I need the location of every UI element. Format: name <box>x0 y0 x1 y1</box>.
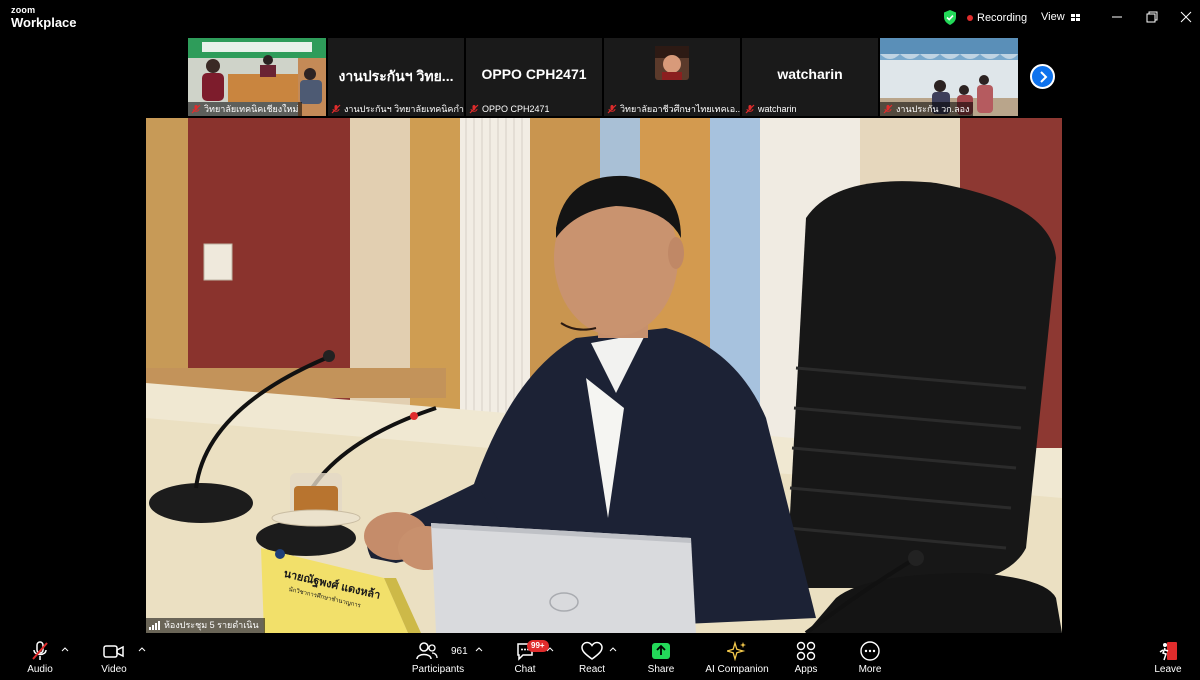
leave-button[interactable]: Leave <box>1150 634 1186 680</box>
mic-muted-icon <box>745 104 755 114</box>
participant-name: watcharin <box>742 102 801 116</box>
recording-dot-icon <box>967 14 973 21</box>
video-options-chevron-icon[interactable] <box>138 646 146 652</box>
mic-muted-icon <box>883 104 893 114</box>
share-button[interactable]: Share <box>643 634 679 680</box>
close-icon[interactable] <box>1177 8 1195 26</box>
react-button[interactable]: React <box>574 634 610 680</box>
video-camera-icon <box>103 645 124 658</box>
ai-companion-button[interactable]: AI Companion <box>702 634 772 680</box>
participant-tile[interactable]: งานประกัน วก.ลอง <box>880 38 1018 116</box>
restore-icon[interactable] <box>1143 8 1161 26</box>
participant-tile[interactable]: วิทยาลัยเทคนิคเชียงใหม่ <box>188 38 326 116</box>
participant-tile[interactable]: watcharin watcharin <box>742 38 878 116</box>
next-page-button[interactable] <box>1030 64 1055 89</box>
zoom-logo: zoom Workplace <box>11 5 77 30</box>
participants-count: 961 <box>451 646 468 657</box>
title-bar: zoom Workplace Recording View <box>0 0 1200 36</box>
audio-options-chevron-icon[interactable] <box>61 646 69 652</box>
room-label: ห้องประชุม 5 รายดำเนิน <box>146 618 265 633</box>
security-shield-icon[interactable] <box>943 10 957 25</box>
apps-grid-icon <box>796 641 816 661</box>
apps-button[interactable]: Apps <box>788 634 824 680</box>
minimize-icon[interactable] <box>1108 8 1126 26</box>
apps-label: Apps <box>794 664 818 675</box>
recording-indicator[interactable]: Recording <box>943 10 1027 25</box>
share-screen-icon <box>652 643 670 659</box>
view-label: View <box>1041 11 1065 23</box>
share-label: Share <box>647 664 675 675</box>
participant-name: วิทยาลัยอาชีวศึกษาไทยเทคเอ... <box>604 102 740 116</box>
leave-label: Leave <box>1154 664 1182 675</box>
more-label: More <box>858 664 882 675</box>
participants-options-chevron-icon[interactable] <box>475 646 483 652</box>
participant-name: งานประกันฯ วิทยาลัยเทคนิคกำ... <box>328 102 464 116</box>
audio-label: Audio <box>27 664 53 675</box>
view-button[interactable]: View <box>1041 11 1080 23</box>
meeting-toolbar: Audio Video Participants 961 Chat React <box>0 634 1200 680</box>
main-video[interactable]: นายณัฐพงศ์ แดงหล้า นักวิชาการศึกษาชำนาญก… <box>146 118 1062 633</box>
participant-display-name: watcharin <box>777 66 843 82</box>
participant-tile[interactable]: งานประกันฯ วิทย... งานประกันฯ วิทยาลัยเท… <box>328 38 464 116</box>
grid-view-icon <box>1070 13 1080 21</box>
chevron-right-icon <box>1039 70 1047 83</box>
participant-display-name: งานประกันฯ วิทย... <box>338 68 454 84</box>
more-button[interactable]: More <box>852 634 888 680</box>
chat-unread-badge: 99+ <box>527 640 549 652</box>
brand-big: Workplace <box>11 15 77 30</box>
video-label: Video <box>101 664 127 675</box>
more-dots-icon <box>860 641 880 661</box>
react-options-chevron-icon[interactable] <box>609 646 617 652</box>
audio-button[interactable]: Audio <box>22 634 58 680</box>
mic-muted-icon <box>32 641 48 660</box>
participant-display-name: OPPO CPH2471 <box>481 66 587 82</box>
participant-name: วิทยาลัยเทคนิคเชียงใหม่ <box>188 102 303 116</box>
mic-muted-icon <box>607 104 617 114</box>
react-label: React <box>578 664 606 675</box>
mic-muted-icon <box>331 104 341 114</box>
mic-muted-icon <box>191 104 201 114</box>
participant-name: OPPO CPH2471 <box>466 102 554 116</box>
ai-sparkle-icon <box>727 641 746 661</box>
signal-bars-icon <box>149 621 160 630</box>
chat-label: Chat <box>514 664 536 675</box>
participants-button[interactable]: Participants <box>408 634 468 680</box>
ai-companion-label: AI Companion <box>705 664 769 675</box>
participant-tile[interactable]: OPPO CPH2471 OPPO CPH2471 <box>466 38 602 116</box>
leave-door-icon <box>1159 642 1177 661</box>
participants-icon <box>416 642 438 660</box>
mic-muted-icon <box>469 104 479 114</box>
participant-tile[interactable]: วิทยาลัยอาชีวศึกษาไทยเทคเอ... <box>604 38 740 116</box>
recording-label: Recording <box>977 11 1028 24</box>
brand-small: zoom <box>11 5 36 15</box>
participants-label: Participants <box>411 664 465 675</box>
participant-name: งานประกัน วก.ลอง <box>880 102 974 116</box>
participant-strip: วิทยาลัยเทคนิคเชียงใหม่ งานประกันฯ วิทย.… <box>188 38 1018 116</box>
heart-icon <box>581 641 603 660</box>
speaker-video <box>146 118 1062 633</box>
video-button[interactable]: Video <box>96 634 132 680</box>
